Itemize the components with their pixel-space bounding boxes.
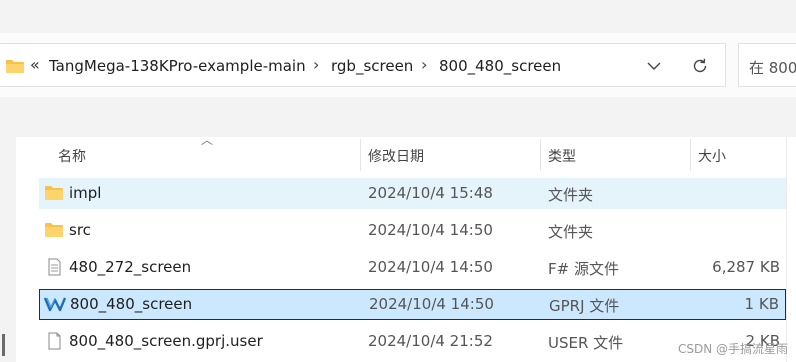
- file-name: src: [69, 221, 91, 239]
- folder-icon: [44, 184, 64, 202]
- column-header-size[interactable]: 大小: [698, 146, 726, 166]
- navigation-pane-scrollbar[interactable]: [2, 334, 5, 356]
- file-type: F# 源文件: [548, 260, 619, 278]
- refresh-icon[interactable]: [690, 56, 710, 76]
- folder-icon: [44, 221, 64, 239]
- window-top-strip: [0, 0, 796, 33]
- file-row-480-272-screen[interactable]: 480_272_screen 2024/10/4 14:50 F# 源文件 6,…: [39, 252, 786, 283]
- column-headers: ︿ 名称 修改日期 类型 大小: [16, 133, 796, 171]
- column-divider[interactable]: [690, 139, 691, 171]
- file-modified: 2024/10/4 14:50: [368, 258, 493, 276]
- command-bar: [0, 97, 796, 137]
- list-right-edge: [786, 137, 787, 362]
- breadcrumb-item-current[interactable]: 800_480_screen: [439, 57, 561, 75]
- navigation-pane-edge: [0, 137, 16, 362]
- file-name: 480_272_screen: [69, 258, 192, 276]
- breadcrumb-separator-icon[interactable]: ›: [313, 55, 319, 74]
- file-name: 800_480_screen: [70, 295, 193, 313]
- column-divider[interactable]: [540, 139, 541, 171]
- file-row-800-480-screen[interactable]: 800_480_screen 2024/10/4 14:50 GPRJ 文件 1…: [39, 289, 786, 320]
- search-placeholder: 在 800_: [749, 59, 796, 77]
- column-divider[interactable]: [360, 139, 361, 171]
- file-icon: [44, 332, 64, 350]
- breadcrumb-item-rgb-screen[interactable]: rgb_screen: [331, 57, 413, 75]
- file-modified: 2024/10/4 14:50: [368, 221, 493, 239]
- file-size: 6,287 KB: [712, 258, 780, 276]
- file-row-gprj-user[interactable]: 800_480_screen.gprj.user 2024/10/4 21:52…: [39, 326, 786, 357]
- breadcrumb-overflow-icon[interactable]: «: [30, 55, 40, 74]
- file-explorer-window: « TangMega-138KPro-example-main › rgb_sc…: [0, 0, 796, 362]
- file-type: USER 文件: [548, 334, 624, 352]
- gowin-project-icon: [43, 295, 67, 313]
- column-header-name[interactable]: 名称: [58, 146, 86, 166]
- file-modified: 2024/10/4 14:50: [369, 295, 494, 313]
- text-file-icon: [44, 258, 64, 276]
- folder-icon: [5, 58, 25, 74]
- file-type: 文件夹: [548, 186, 594, 204]
- sort-ascending-icon: ︿: [201, 133, 214, 147]
- file-type: GPRJ 文件: [549, 297, 620, 315]
- address-bar[interactable]: « TangMega-138KPro-example-main › rgb_sc…: [0, 43, 726, 87]
- file-size: 1 KB: [744, 295, 779, 313]
- address-row: « TangMega-138KPro-example-main › rgb_sc…: [0, 33, 796, 97]
- file-modified: 2024/10/4 21:52: [368, 332, 493, 350]
- file-name: 800_480_screen.gprj.user: [69, 332, 263, 350]
- chevron-down-icon[interactable]: [644, 56, 664, 76]
- watermark-text: CSDN @手搞流星雨: [677, 342, 788, 356]
- file-row-src[interactable]: src 2024/10/4 14:50 文件夹: [39, 215, 786, 246]
- column-header-type[interactable]: 类型: [548, 146, 576, 166]
- file-modified: 2024/10/4 15:48: [368, 184, 493, 202]
- column-header-modified[interactable]: 修改日期: [368, 146, 424, 166]
- breadcrumb-item-project[interactable]: TangMega-138KPro-example-main: [49, 57, 306, 75]
- breadcrumb-separator-icon[interactable]: ›: [421, 55, 427, 74]
- search-input[interactable]: 在 800_: [738, 43, 796, 87]
- file-name: impl: [69, 184, 102, 202]
- file-type: 文件夹: [548, 223, 594, 241]
- file-row-impl[interactable]: impl 2024/10/4 15:48 文件夹: [39, 178, 786, 209]
